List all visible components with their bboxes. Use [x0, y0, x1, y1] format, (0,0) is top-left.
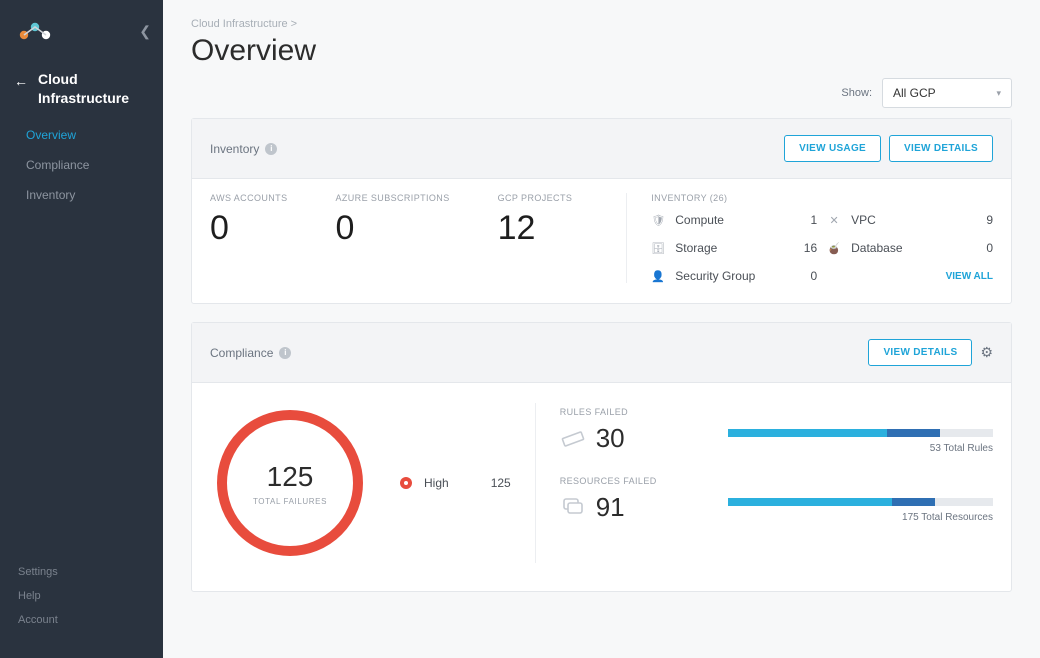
inventory-item-name[interactable]: Database [851, 241, 953, 255]
inventory-list-header: INVENTORY (26) [651, 193, 993, 203]
stat-label: AWS ACCOUNTS [210, 193, 287, 203]
view-all-link[interactable]: VIEW ALL [827, 271, 993, 282]
stat-value: 12 [498, 209, 573, 248]
stat-label: GCP PROJECTS [498, 193, 573, 203]
sidebar-item-overview[interactable]: Overview [26, 120, 163, 150]
inventory-item-name[interactable]: VPC [851, 213, 953, 227]
inventory-item-value: 0 [787, 269, 817, 283]
inventory-item-value: 16 [787, 241, 817, 255]
inventory-item-name[interactable]: Compute [675, 213, 777, 227]
breadcrumb[interactable]: Cloud Infrastructure > [191, 18, 1012, 30]
chevron-down-icon: ▾ [996, 88, 1001, 99]
resources-failed-label: RESOURCES FAILED [560, 476, 710, 486]
sidebar-item-account[interactable]: Account [18, 608, 163, 632]
legend-label: High [424, 476, 449, 490]
rules-progress-bar [728, 429, 993, 437]
resources-icon [560, 492, 586, 523]
sidebar-item-inventory[interactable]: Inventory [26, 180, 163, 210]
main-content: Cloud Infrastructure > Overview Show: Al… [163, 0, 1040, 658]
view-usage-button[interactable]: VIEW USAGE [784, 135, 881, 162]
app-logo [18, 20, 52, 42]
info-icon[interactable]: i [279, 347, 291, 359]
legend-dot-high [400, 477, 412, 489]
aws-accounts-stat: AWS ACCOUNTS 0 [210, 193, 287, 283]
inventory-item-value: 9 [963, 213, 993, 227]
total-failures-label: TOTAL FAILURES [253, 497, 327, 506]
gcp-projects-stat: GCP PROJECTS 12 [498, 193, 573, 283]
rules-failed-label: RULES FAILED [560, 407, 710, 417]
sidebar: ❮ ← Cloud Infrastructure Overview Compli… [0, 0, 163, 658]
show-filter-select[interactable]: All GCP ▾ [882, 78, 1012, 108]
failures-donut-chart: 125 TOTAL FAILURES [210, 403, 370, 563]
sidebar-section-title: Cloud Infrastructure [38, 70, 149, 108]
stat-value: 0 [210, 209, 287, 248]
collapse-sidebar-icon[interactable]: ❮ [139, 23, 151, 40]
database-icon: 🧉 [827, 242, 841, 255]
stat-value: 0 [335, 209, 449, 248]
ruler-icon [560, 423, 586, 454]
page-title: Overview [191, 34, 1012, 68]
sidebar-item-compliance[interactable]: Compliance [26, 150, 163, 180]
compliance-view-details-button[interactable]: VIEW DETAILS [868, 339, 972, 366]
info-icon[interactable]: i [265, 143, 277, 155]
divider [626, 193, 627, 283]
rules-total-caption: 53 Total Rules [728, 443, 993, 454]
inventory-card: Inventory i VIEW USAGE VIEW DETAILS AWS … [191, 118, 1012, 304]
view-details-button[interactable]: VIEW DETAILS [889, 135, 993, 162]
inventory-item-name[interactable]: Storage [675, 241, 777, 255]
sidebar-item-help[interactable]: Help [18, 584, 163, 608]
resources-failed-value: 91 [596, 492, 625, 523]
show-label: Show: [841, 87, 872, 99]
back-arrow-icon[interactable]: ← [14, 73, 28, 89]
divider [535, 403, 536, 563]
azure-subscriptions-stat: AZURE SUBSCRIPTIONS 0 [335, 193, 449, 283]
inventory-card-title: Inventory [210, 142, 259, 156]
compliance-card-title: Compliance [210, 346, 273, 360]
legend-value: 125 [491, 476, 511, 490]
compliance-card: Compliance i VIEW DETAILS ⚙ 125 TOTAL FA… [191, 322, 1012, 592]
resources-progress-bar [728, 498, 993, 506]
inventory-item-name[interactable]: Security Group [675, 269, 777, 283]
shield-icon: 🛡 [651, 214, 665, 227]
stat-label: AZURE SUBSCRIPTIONS [335, 193, 449, 203]
network-icon: ✕ [827, 214, 841, 227]
inventory-item-value: 1 [787, 213, 817, 227]
security-group-icon: 👤 [651, 270, 665, 283]
inventory-item-value: 0 [963, 241, 993, 255]
gear-icon[interactable]: ⚙ [980, 344, 993, 361]
sidebar-item-settings[interactable]: Settings [18, 560, 163, 584]
rules-failed-value: 30 [596, 423, 625, 454]
resources-total-caption: 175 Total Resources [728, 512, 993, 523]
storage-icon: 🗄 [651, 242, 665, 255]
legend-row: High 125 [400, 476, 511, 490]
show-filter-value: All GCP [893, 86, 936, 100]
total-failures-value: 125 [267, 461, 314, 493]
